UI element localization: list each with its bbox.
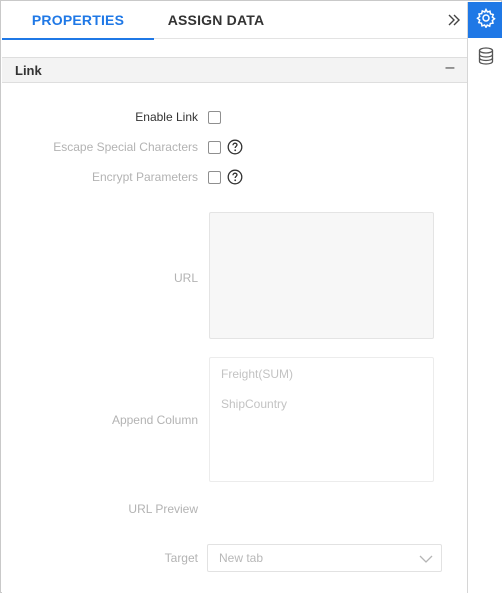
- properties-panel: PROPERTIES ASSIGN DATA Link – Enable Lin…: [0, 0, 502, 593]
- question-circle-icon[interactable]: [227, 169, 243, 185]
- question-circle-icon[interactable]: [227, 139, 243, 155]
- list-item[interactable]: ShipCountry: [221, 397, 287, 411]
- data-source-button[interactable]: [468, 40, 502, 76]
- chevron-down-icon: [419, 552, 433, 566]
- enable-link-label: Enable Link: [135, 110, 198, 124]
- append-column-list: Freight(SUM) ShipCountry: [209, 357, 434, 482]
- list-item[interactable]: Freight(SUM): [221, 367, 293, 381]
- side-rail: [467, 2, 502, 593]
- encrypt-parameters-checkbox[interactable]: [208, 171, 221, 184]
- gear-icon: [475, 7, 496, 33]
- collapse-section-button[interactable]: –: [442, 59, 458, 77]
- url-textarea[interactable]: [209, 212, 434, 339]
- enable-link-checkbox[interactable]: [208, 111, 221, 124]
- url-label: URL: [173, 271, 198, 285]
- link-settings: Enable Link Escape Special Characters En…: [2, 83, 467, 593]
- section-title: Link: [15, 63, 42, 78]
- link-section-header[interactable]: Link –: [2, 57, 467, 83]
- double-chevron-right-icon[interactable]: [446, 12, 462, 28]
- target-select[interactable]: New tab: [207, 544, 442, 572]
- escape-special-characters-label: Escape Special Characters: [53, 140, 198, 154]
- encrypt-parameters-label: Encrypt Parameters: [91, 170, 198, 184]
- escape-special-characters-checkbox[interactable]: [208, 141, 221, 154]
- target-select-value: New tab: [219, 551, 264, 565]
- target-label: Target: [164, 551, 198, 565]
- tab-properties[interactable]: PROPERTIES: [2, 2, 154, 40]
- url-preview-label: URL Preview: [128, 502, 198, 516]
- settings-button[interactable]: [468, 2, 502, 38]
- tab-bar: PROPERTIES ASSIGN DATA: [2, 2, 467, 40]
- append-column-label: Append Column: [111, 413, 198, 427]
- tab-assign-data[interactable]: ASSIGN DATA: [154, 2, 278, 39]
- database-icon: [478, 46, 494, 70]
